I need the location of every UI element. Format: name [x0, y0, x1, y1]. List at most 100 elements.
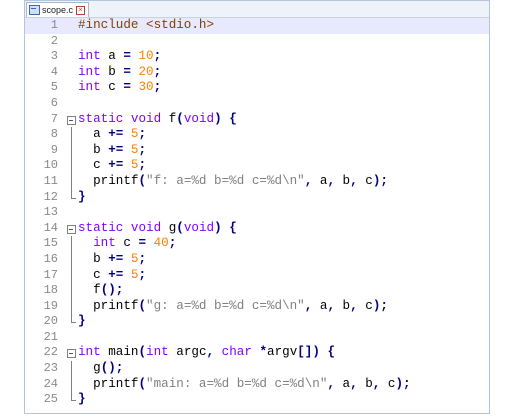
code-line[interactable]: 6: [25, 96, 489, 112]
code-text: #include <stdio.h>: [78, 18, 215, 32]
tab-label: scope.c: [42, 5, 74, 15]
fold-guide: [67, 96, 77, 112]
line-number: 6: [50, 95, 58, 110]
line-number: 10: [43, 158, 58, 173]
code-text: int main(int argc, char *argv[]) {: [78, 345, 336, 360]
code-text: static void f(void) {: [78, 111, 237, 126]
code-line[interactable]: 17 c += 5;: [25, 267, 489, 284]
code-text: int a = 10;: [78, 49, 162, 64]
code-text: b += 5;: [78, 251, 147, 266]
line-number: 16: [43, 251, 58, 266]
fold-guide: [67, 376, 77, 393]
line-number: 15: [43, 236, 58, 251]
code-line[interactable]: 9 b += 5;: [25, 142, 489, 159]
code-line[interactable]: 18 f();: [25, 283, 489, 299]
code-line[interactable]: 21: [25, 330, 489, 346]
fold-guide: [67, 65, 77, 81]
line-number: 8: [50, 127, 58, 142]
code-text: printf("g: a=%d b=%d c=%d\n", a, b, c);: [78, 298, 388, 313]
fold-guide: [67, 392, 77, 408]
fold-toggle-icon[interactable]: [67, 345, 77, 361]
line-number: 24: [43, 376, 58, 391]
line-number: 20: [43, 314, 58, 329]
line-number: 1: [50, 18, 58, 32]
code-line[interactable]: 4 int b = 20;: [25, 65, 489, 81]
fold-guide: [67, 330, 77, 346]
fold-guide: [67, 142, 77, 159]
fold-guide: [67, 34, 77, 50]
fold-guide: [67, 298, 77, 315]
fold-guide: [67, 314, 77, 330]
code-line[interactable]: 20}: [25, 314, 489, 330]
code-line[interactable]: 13: [25, 205, 489, 221]
tab-scope-c[interactable]: scope.c ×: [26, 2, 90, 17]
code-text: static void g(void) {: [78, 220, 237, 235]
fold-guide: [67, 251, 77, 268]
code-line[interactable]: 19 printf("g: a=%d b=%d c=%d\n", a, b, c…: [25, 298, 489, 315]
line-number: 17: [43, 267, 58, 282]
code-line[interactable]: 7 static void f(void) {: [25, 112, 489, 128]
code-text: }: [78, 189, 86, 204]
fold-guide: [67, 80, 77, 96]
line-number: 3: [50, 49, 58, 64]
line-number: 21: [43, 329, 58, 344]
code-area[interactable]: 1 #include <stdio.h> 2 3 int a = 10; 4 int b =…: [25, 18, 489, 413]
code-text: }: [78, 392, 86, 407]
fold-guide: [67, 173, 77, 190]
code-text: b += 5;: [78, 142, 147, 157]
fold-guide: [67, 267, 77, 284]
fold-guide: [67, 158, 77, 174]
code-text: g();: [78, 361, 124, 376]
code-line[interactable]: 11 printf("f: a=%d b=%d c=%d\n", a, b, c…: [25, 173, 489, 190]
code-text: c += 5;: [78, 158, 147, 173]
line-number: 2: [50, 33, 58, 48]
close-icon[interactable]: ×: [76, 5, 86, 15]
code-line[interactable]: 24 printf("main: a=%d b=%d c=%d\n", a, b…: [25, 376, 489, 393]
code-line[interactable]: 12}: [25, 189, 489, 206]
line-number: 7: [50, 111, 58, 126]
code-line[interactable]: 2: [25, 34, 489, 50]
line-number: 13: [43, 205, 58, 220]
fold-toggle-icon[interactable]: [67, 221, 77, 237]
fold-guide: [67, 127, 77, 143]
line-number: 4: [50, 64, 58, 79]
code-line[interactable]: 1 #include <stdio.h>: [25, 18, 489, 34]
file-icon: [29, 5, 40, 15]
line-number: 11: [43, 173, 58, 188]
fold-guide: [67, 205, 77, 221]
fold-guide: [67, 236, 77, 252]
code-editor[interactable]: scope.c × 1 #include <stdio.h> 2 3 int a = 1…: [24, 0, 490, 414]
line-number: 14: [43, 220, 58, 235]
code-line[interactable]: 22 int main(int argc, char *argv[]) {: [25, 345, 489, 361]
code-text: f();: [78, 283, 124, 298]
code-line[interactable]: 10 c += 5;: [25, 158, 489, 174]
line-number: 12: [43, 189, 58, 204]
code-text: c += 5;: [78, 267, 147, 282]
line-number: 25: [43, 392, 58, 407]
fold-toggle-icon[interactable]: [67, 112, 77, 128]
code-text: a += 5;: [78, 127, 147, 142]
code-text: printf("f: a=%d b=%d c=%d\n", a, b, c);: [78, 173, 388, 188]
code-line[interactable]: 14 static void g(void) {: [25, 221, 489, 237]
code-text: int c = 40;: [93, 236, 177, 251]
line-number: 5: [50, 80, 58, 95]
code-line[interactable]: 3 int a = 10;: [25, 49, 489, 65]
tab-bar: scope.c ×: [25, 1, 489, 18]
line-number: 9: [50, 142, 58, 157]
code-line[interactable]: 15 int c = 40;: [25, 236, 489, 252]
line-number: 18: [43, 283, 58, 298]
code-text: int c = 30;: [78, 80, 162, 95]
code-text: }: [78, 314, 86, 329]
line-number: 23: [43, 361, 58, 376]
code-line[interactable]: 16 b += 5;: [25, 251, 489, 268]
code-line[interactable]: 23 g();: [25, 361, 489, 377]
fold-guide: [67, 189, 77, 206]
code-text: int b = 20;: [78, 64, 162, 79]
fold-guide: [67, 18, 77, 34]
code-line[interactable]: 8 a += 5;: [25, 127, 489, 143]
fold-guide: [67, 283, 77, 299]
line-number: 22: [43, 345, 58, 360]
code-line[interactable]: 5 int c = 30;: [25, 80, 489, 96]
code-line[interactable]: 25}: [25, 392, 489, 408]
line-number: 19: [43, 298, 58, 313]
